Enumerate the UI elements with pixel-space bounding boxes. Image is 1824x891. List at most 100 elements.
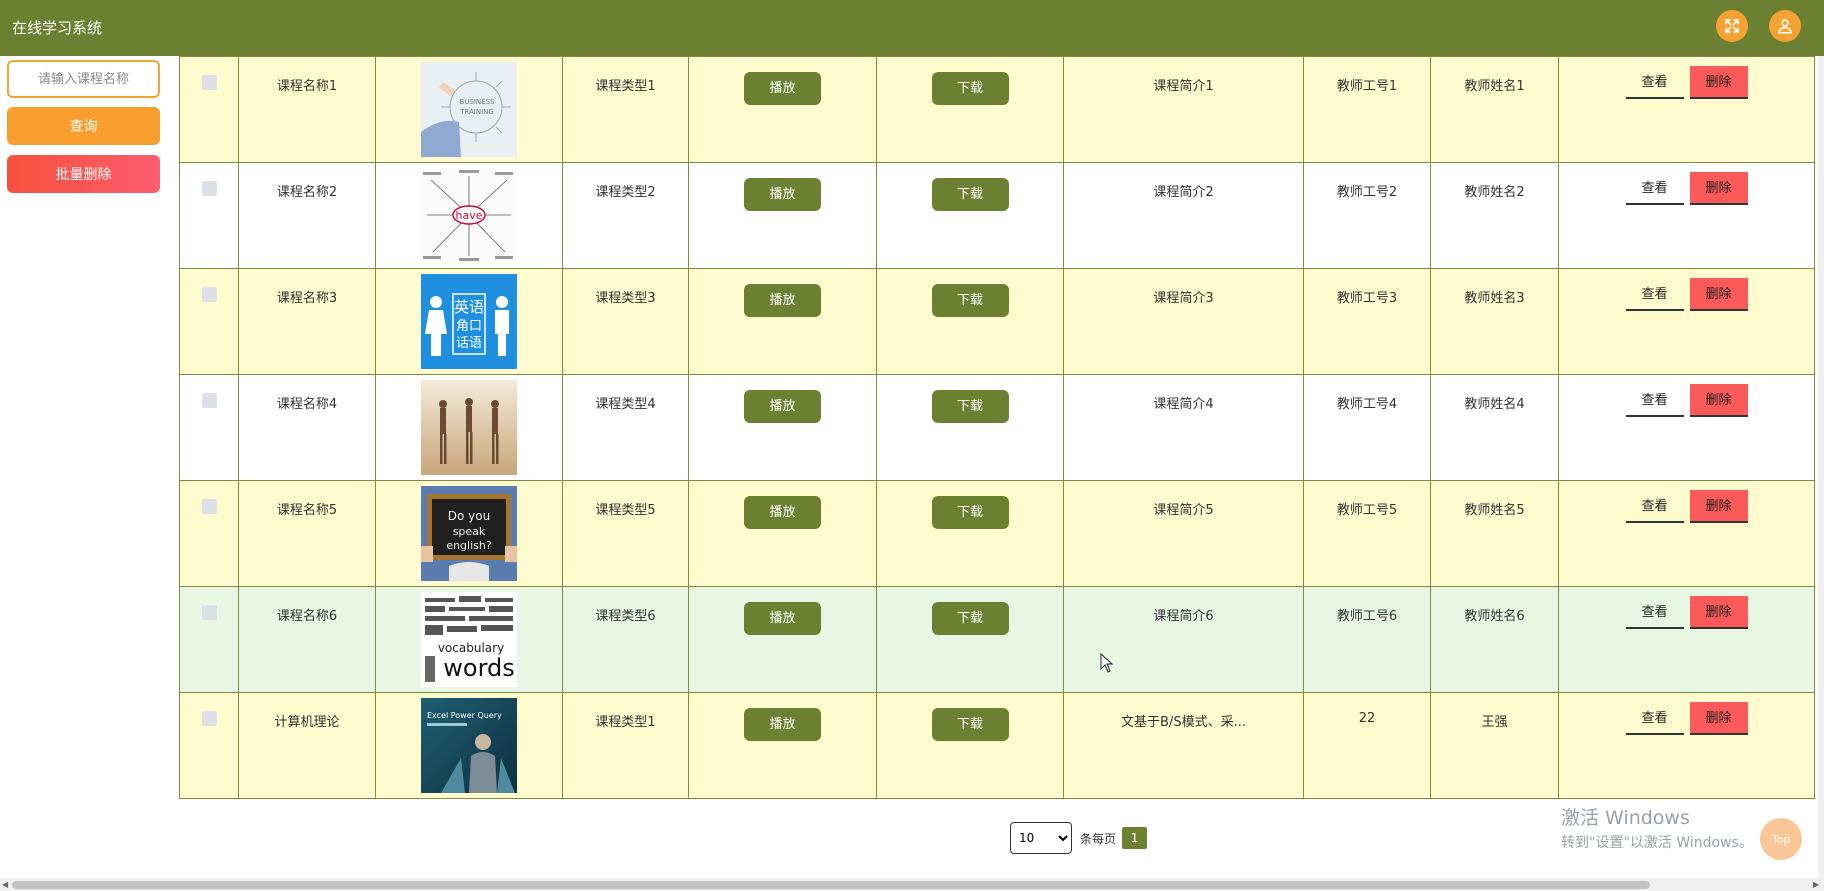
row-checkbox[interactable] <box>201 605 217 620</box>
view-button[interactable]: 查看 <box>1625 66 1684 99</box>
delete-button[interactable]: 删除 <box>1689 596 1748 629</box>
download-button[interactable]: 下载 <box>931 496 1009 529</box>
teacher-name: 教师姓名6 <box>1430 586 1559 693</box>
scroll-right-icon[interactable]: ▶ <box>1813 880 1819 889</box>
play-button[interactable]: 播放 <box>744 708 821 741</box>
table-row: 课程名称6 vocabulary words 课程类型6 播放 下载 课程简介6… <box>179 586 1815 693</box>
course-image-english-corner-sign: 英语 角口 话语 <box>421 274 517 369</box>
course-name-search-input[interactable] <box>7 60 160 98</box>
svg-text:english?: english? <box>446 539 492 552</box>
horizontal-scrollbar[interactable]: ◀ ▶ <box>0 878 1824 891</box>
course-name: 课程名称6 <box>238 586 376 693</box>
course-type: 课程类型4 <box>562 374 689 481</box>
delete-button[interactable]: 删除 <box>1689 384 1748 417</box>
play-button[interactable]: 播放 <box>744 602 821 635</box>
teacher-name: 教师姓名2 <box>1430 162 1559 269</box>
view-button[interactable]: 查看 <box>1625 702 1684 735</box>
download-button[interactable]: 下载 <box>931 72 1009 105</box>
teacher-name: 教师姓名1 <box>1430 56 1559 163</box>
mouse-cursor-icon <box>1100 653 1114 673</box>
back-to-top-button[interactable]: Top <box>1760 818 1802 860</box>
svg-text:have: have <box>456 209 483 222</box>
table-row: 课程名称2 have 课程类型2 播放 下载 课程简介2 教师工号2 教师姓名2… <box>179 162 1815 269</box>
teacher-id: 教师工号3 <box>1303 268 1431 375</box>
table-row: 计算机理论 Excel Power Query 课程类型1 播放 下载 文基于B… <box>179 692 1815 799</box>
course-type: 课程类型5 <box>562 480 689 587</box>
view-button[interactable]: 查看 <box>1625 596 1684 629</box>
course-intro: 课程简介4 <box>1063 374 1304 481</box>
svg-text:TRAINING: TRAINING <box>459 108 494 116</box>
download-button[interactable]: 下载 <box>931 602 1009 635</box>
batch-delete-button[interactable]: 批量删除 <box>7 155 160 193</box>
download-button[interactable]: 下载 <box>931 390 1009 423</box>
pagination: 10 条每页 1 <box>1010 822 1148 854</box>
row-checkbox[interactable] <box>201 711 217 726</box>
view-button[interactable]: 查看 <box>1625 278 1684 311</box>
table-row: 课程名称3 英语 角口 话语 课程类型3 播放 下载 课程简介3 教师工号3 教… <box>179 268 1815 375</box>
course-name: 课程名称3 <box>238 268 376 375</box>
play-button[interactable]: 播放 <box>744 390 821 423</box>
play-button[interactable]: 播放 <box>744 178 821 211</box>
view-button[interactable]: 查看 <box>1625 172 1684 205</box>
play-button[interactable]: 播放 <box>744 284 821 317</box>
delete-button[interactable]: 删除 <box>1689 278 1748 311</box>
play-button[interactable]: 播放 <box>744 496 821 529</box>
play-button[interactable]: 播放 <box>744 72 821 105</box>
table-row: 课程名称5 Do you speak english? 课程类型5 播放 下载 … <box>179 480 1815 587</box>
row-checkbox[interactable] <box>201 287 217 302</box>
course-intro: 课程简介5 <box>1063 480 1304 587</box>
course-image-excel-power-query: Excel Power Query <box>421 698 517 793</box>
user-icon <box>1778 19 1792 34</box>
course-intro: 课程简介2 <box>1063 162 1304 269</box>
watermark-title: 激活 Windows <box>1561 807 1690 829</box>
delete-button[interactable]: 删除 <box>1689 172 1748 205</box>
course-type: 课程类型1 <box>562 56 689 163</box>
teacher-name: 教师姓名4 <box>1430 374 1559 481</box>
download-button[interactable]: 下载 <box>931 178 1009 211</box>
course-table: 课程名称1 BUSINESS TRAINING 课程类型1 播放 下载 课程简介… <box>179 56 1815 801</box>
course-image-have-word-map: have <box>421 168 517 263</box>
teacher-id: 教师工号4 <box>1303 374 1431 481</box>
course-intro: 课程简介3 <box>1063 268 1304 375</box>
course-name: 课程名称2 <box>238 162 376 269</box>
course-name: 课程名称1 <box>238 56 376 163</box>
svg-text:speak: speak <box>453 525 486 538</box>
row-checkbox[interactable] <box>201 499 217 514</box>
course-intro: 文基于B/S模式、采... <box>1063 692 1304 799</box>
teacher-id: 教师工号6 <box>1303 586 1431 693</box>
course-intro: 课程简介6 <box>1063 586 1304 693</box>
delete-button[interactable]: 删除 <box>1689 702 1748 735</box>
row-checkbox[interactable] <box>201 393 217 408</box>
page-number-button[interactable]: 1 <box>1122 827 1148 849</box>
teacher-name: 教师姓名5 <box>1430 480 1559 587</box>
user-button[interactable] <box>1769 10 1801 42</box>
course-image-dancers <box>421 380 517 475</box>
top-bar: 在线学习系统 <box>0 0 1824 56</box>
watermark-subtitle: 转到"设置"以激活 Windows。 <box>1561 835 1753 851</box>
vertical-scrollbar[interactable] <box>1818 56 1824 878</box>
teacher-id: 教师工号5 <box>1303 480 1431 587</box>
teacher-id: 教师工号1 <box>1303 56 1431 163</box>
scrollbar-thumb[interactable] <box>12 881 1650 889</box>
svg-text:words: words <box>443 654 515 682</box>
query-button[interactable]: 查询 <box>7 107 160 145</box>
delete-button[interactable]: 删除 <box>1689 490 1748 523</box>
course-type: 课程类型6 <box>562 586 689 693</box>
download-button[interactable]: 下载 <box>931 284 1009 317</box>
windows-activation-watermark: 激活 Windows 转到"设置"以激活 Windows。 <box>1561 803 1753 852</box>
course-type: 课程类型1 <box>562 692 689 799</box>
fullscreen-button[interactable] <box>1716 10 1748 42</box>
view-button[interactable]: 查看 <box>1625 384 1684 417</box>
course-name: 课程名称5 <box>238 480 376 587</box>
delete-button[interactable]: 删除 <box>1689 66 1748 99</box>
app-title: 在线学习系统 <box>12 19 103 37</box>
view-button[interactable]: 查看 <box>1625 490 1684 523</box>
svg-text:角口: 角口 <box>456 319 482 334</box>
course-image-do-you-speak-english: Do you speak english? <box>421 486 517 581</box>
row-checkbox[interactable] <box>201 75 217 90</box>
download-button[interactable]: 下载 <box>931 708 1009 741</box>
svg-text:vocabulary: vocabulary <box>438 641 504 655</box>
scroll-left-icon[interactable]: ◀ <box>2 880 8 889</box>
page-size-select[interactable]: 10 <box>1010 822 1072 854</box>
row-checkbox[interactable] <box>201 181 217 196</box>
